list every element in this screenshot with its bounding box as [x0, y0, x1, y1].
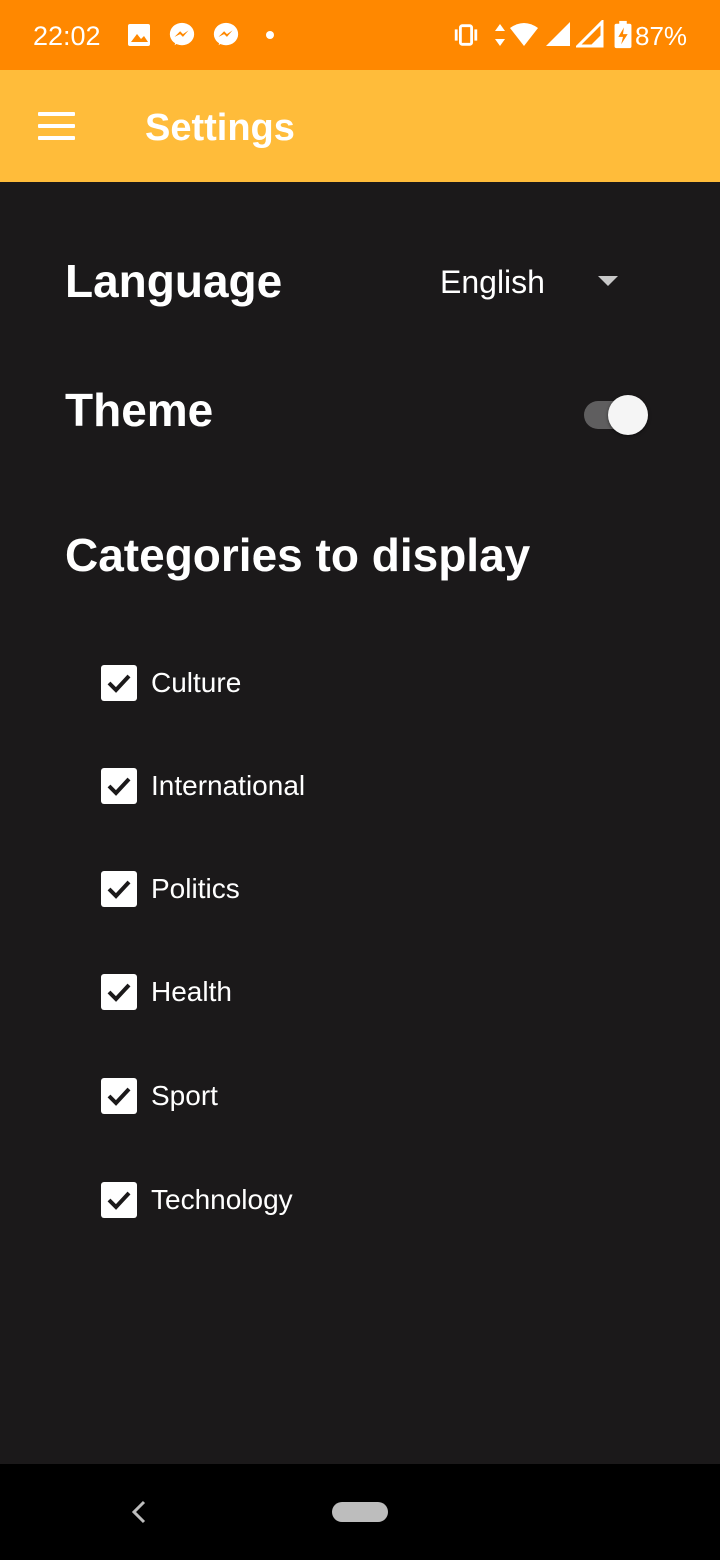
- wifi-icon: [510, 23, 538, 46]
- messenger-icon: [213, 22, 239, 46]
- category-label: International: [151, 770, 306, 801]
- category-label: Technology: [151, 1184, 293, 1215]
- category-item-technology[interactable]: Technology: [96, 1174, 416, 1226]
- app-bar: Settings: [0, 70, 720, 182]
- checkbox[interactable]: [101, 974, 137, 1010]
- status-bar: 22:02 87%: [0, 0, 720, 70]
- language-label: Language: [65, 255, 283, 307]
- battery-charging-icon: [614, 20, 632, 49]
- category-item-health[interactable]: Health: [96, 966, 416, 1018]
- checkmark-icon: [107, 1087, 131, 1106]
- signal-icon: [546, 22, 570, 46]
- categories-title: Categories to display: [65, 529, 531, 581]
- category-label: Culture: [151, 667, 242, 698]
- settings-screen: 22:02 87% Settings Language English Them…: [0, 0, 720, 1560]
- category-item-sport[interactable]: Sport: [96, 1070, 416, 1122]
- system-nav-bar: [0, 1464, 720, 1560]
- dropdown-arrow-icon: [598, 276, 618, 286]
- category-label: Health: [151, 976, 232, 1007]
- vibrate-icon: [454, 24, 478, 46]
- category-label: Politics: [151, 873, 240, 904]
- category-item-politics[interactable]: Politics: [96, 863, 416, 915]
- back-icon[interactable]: [118, 1492, 158, 1532]
- page-title: Settings: [145, 107, 295, 149]
- home-pill-button[interactable]: [332, 1502, 388, 1522]
- gallery-icon: [128, 24, 150, 46]
- language-dropdown[interactable]: English: [430, 255, 640, 309]
- battery-percentage: 87%: [635, 21, 688, 51]
- checkbox[interactable]: [101, 871, 137, 907]
- signal-x-icon: [576, 20, 604, 48]
- theme-toggle[interactable]: [580, 393, 654, 437]
- checkmark-icon: [107, 674, 131, 693]
- checkbox[interactable]: [101, 665, 137, 701]
- data-arrows-icon: [495, 24, 505, 46]
- theme-label: Theme: [65, 384, 214, 436]
- checkmark-icon: [107, 777, 131, 796]
- toggle-thumb: [608, 395, 648, 435]
- language-selected-value: English: [440, 264, 545, 300]
- checkbox[interactable]: [101, 1078, 137, 1114]
- status-time: 22:02: [33, 21, 101, 51]
- category-item-international[interactable]: International: [96, 760, 416, 812]
- dot-icon: [266, 31, 274, 39]
- checkbox[interactable]: [101, 768, 137, 804]
- checkmark-icon: [107, 880, 131, 899]
- messenger-icon: [169, 22, 195, 46]
- checkmark-icon: [107, 1191, 131, 1210]
- category-label: Sport: [151, 1080, 218, 1111]
- menu-button[interactable]: [26, 100, 86, 152]
- checkmark-icon: [107, 983, 131, 1002]
- category-item-culture[interactable]: Culture: [96, 657, 416, 709]
- checkbox[interactable]: [101, 1182, 137, 1218]
